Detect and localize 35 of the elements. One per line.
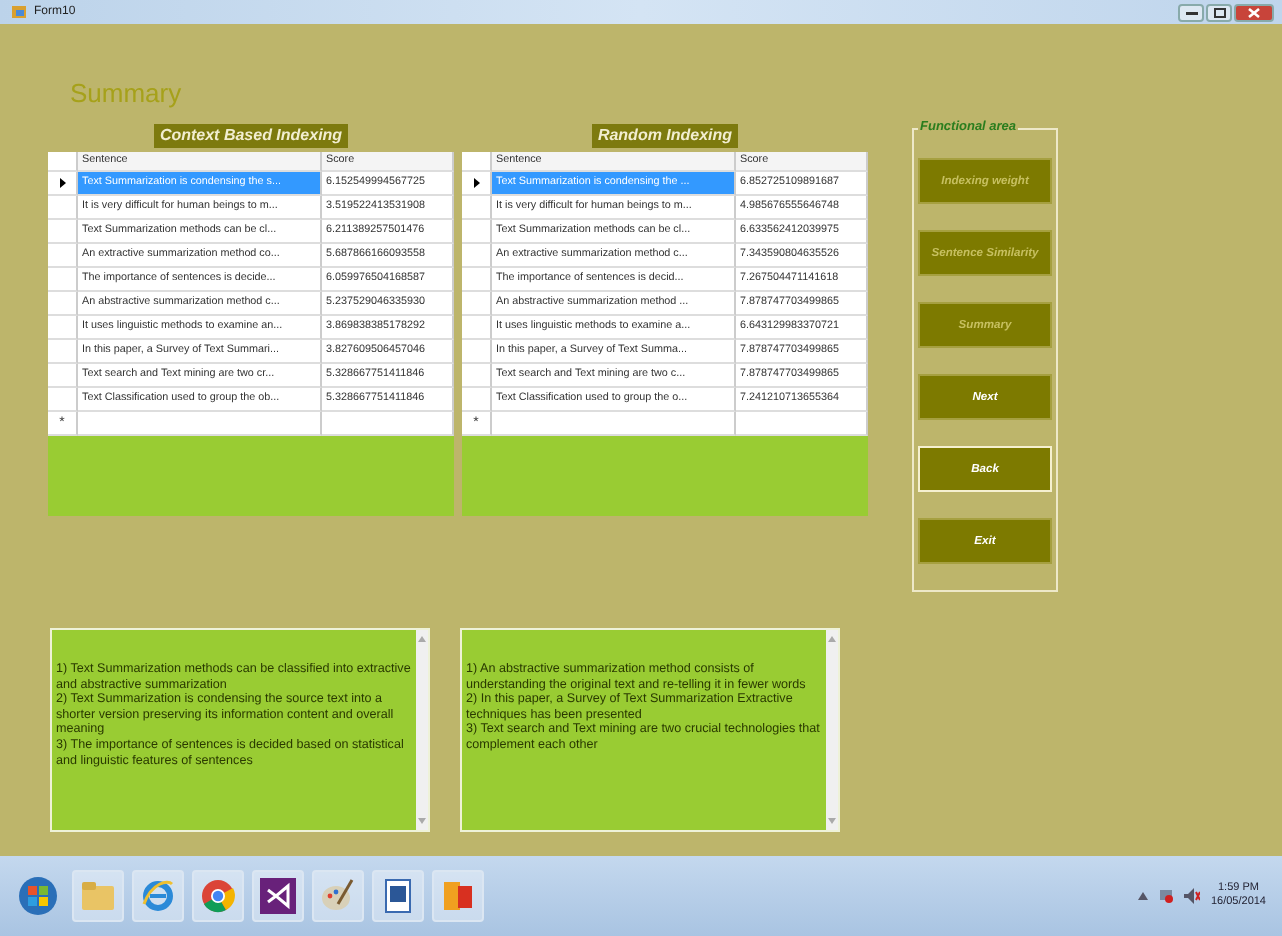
show-hidden-icon[interactable] xyxy=(1138,892,1149,900)
summary-text-box[interactable] xyxy=(50,628,430,832)
minimize-icon xyxy=(1185,8,1197,16)
speaker-icon[interactable] xyxy=(1184,888,1201,904)
minimize-button[interactable] xyxy=(1178,3,1204,21)
grid-caption: Random Indexing xyxy=(591,124,739,148)
network-icon[interactable] xyxy=(1158,888,1175,904)
close-icon xyxy=(1248,7,1260,17)
close-button[interactable] xyxy=(1234,3,1274,21)
start-orb-icon xyxy=(18,876,58,916)
browser-icon xyxy=(140,878,176,914)
table-cell[interactable] xyxy=(322,412,454,436)
taskbar-button[interactable] xyxy=(252,870,304,922)
scroll-up-icon xyxy=(828,636,836,642)
scroll-bar[interactable] xyxy=(826,630,838,830)
row-header[interactable] xyxy=(48,172,78,196)
table-cell[interactable] xyxy=(492,412,736,436)
page-heading: Summary xyxy=(70,80,184,108)
table-cell[interactable] xyxy=(736,412,868,436)
folder-icon xyxy=(80,880,116,912)
paint-icon xyxy=(320,878,356,914)
app-icon xyxy=(12,4,28,20)
grid-caption: Context Based Indexing xyxy=(153,124,349,148)
scroll-bar[interactable] xyxy=(416,630,428,830)
maximize-button[interactable] xyxy=(1206,3,1232,21)
table-cell[interactable] xyxy=(78,412,322,436)
document-icon xyxy=(380,878,416,914)
taskbar-button[interactable] xyxy=(312,870,364,922)
taskbar-button[interactable] xyxy=(372,870,424,922)
summary-text-box[interactable] xyxy=(460,628,840,832)
scroll-down-icon xyxy=(418,818,426,824)
maximize-icon xyxy=(1213,7,1225,17)
row-header[interactable] xyxy=(462,172,492,196)
scroll-up-icon xyxy=(418,636,426,642)
scroll-down-icon xyxy=(828,818,836,824)
